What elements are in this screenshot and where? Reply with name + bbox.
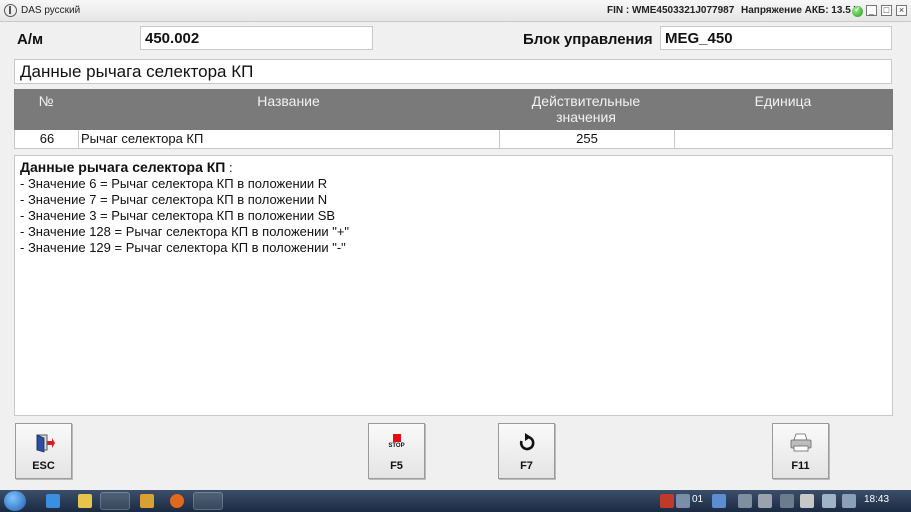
media-icon[interactable] [140,494,154,508]
info-title-suffix: : [225,160,233,175]
info-title: Данные рычага селектора КП [20,159,226,175]
control-unit-label: Блок управления [523,31,653,48]
battery-voltage-label: Напряжение АКБ: 13.5 V [741,5,861,16]
tray-icon-4[interactable] [800,494,814,508]
taskbar: 01 18:43 [0,490,911,512]
info-panel: Данные рычага селектора КП : - Значение … [14,155,893,416]
control-unit-value-field: MEG_450 [660,26,892,50]
table-row[interactable]: 66 Рычаг селектора КП 255 [14,130,893,149]
tray-icon-1[interactable] [712,494,726,508]
info-line: - Значение 129 = Рычаг селектора КП в по… [20,240,346,255]
values-table: № Название Действительные значения Едини… [14,89,893,149]
info-line: - Значение 3 = Рычаг селектора КП в поло… [20,208,336,223]
row-no: 66 [39,131,55,146]
f11-key-label: F11 [791,460,810,472]
col-actual-header-line2: значения [556,109,616,125]
f11-print-button[interactable]: F11 [772,423,829,479]
exit-door-icon [16,432,71,454]
col-actual-header: Действительные значения [499,93,673,125]
close-button[interactable]: × [896,5,907,16]
title-bar: DAS русский FIN : WME4503321J077987 Напр… [0,0,911,22]
taskbar-clock[interactable]: 18:43 [864,494,889,505]
tray-network-icon[interactable] [676,494,690,508]
ie-icon[interactable] [46,494,60,508]
tray-icon-3[interactable] [780,494,794,508]
minimize-button[interactable]: _ [866,5,877,16]
fin-label: FIN : WME4503321J077987 [607,5,735,16]
tray-flag-icon[interactable] [660,494,674,508]
firefox-icon[interactable] [170,494,184,508]
row-unit [675,130,893,148]
esc-key-label: ESC [32,460,55,472]
col-no-header: № [38,93,54,109]
am-label: А/м [17,31,44,48]
taskbar-app-das[interactable] [100,492,130,510]
table-header: № Название Действительные значения Едини… [14,89,893,130]
status-ok-icon [852,4,863,17]
window-title: DAS русский [21,5,81,16]
f7-refresh-button[interactable]: F7 [498,423,555,479]
tray-lang-indicator[interactable]: 01 [692,494,703,505]
tray-display-icon[interactable] [842,494,856,508]
start-button[interactable] [4,491,26,511]
cell-divider [78,130,79,148]
stop-icon: STOP [369,432,424,454]
col-name-header: Название [257,93,320,109]
app-logo-icon [4,4,17,17]
info-title-line: Данные рычага селектора КП : [20,159,887,176]
f5-stop-button[interactable]: STOP F5 [368,423,425,479]
tray-printer-icon[interactable] [758,494,772,508]
am-value-field: 450.002 [140,26,373,50]
info-line: - Значение 128 = Рычаг селектора КП в по… [20,224,350,239]
refresh-arrow-icon [499,432,554,454]
maximize-button[interactable]: □ [881,5,892,16]
esc-button[interactable]: ESC [15,423,72,479]
f7-key-label: F7 [520,460,533,472]
row-name: Рычаг селектора КП [81,131,204,146]
col-unit-header: Единица [754,93,812,109]
row-value: 255 [576,131,598,146]
taskbar-app-2[interactable] [193,492,223,510]
stop-icon-text: STOP [388,443,405,449]
info-line: - Значение 6 = Рычаг селектора КП в поло… [20,176,328,191]
folder-icon[interactable] [78,494,92,508]
printer-icon [773,432,828,454]
f5-key-label: F5 [390,460,403,472]
info-line: - Значение 7 = Рычаг селектора КП в поло… [20,192,328,207]
tray-icon-2[interactable] [738,494,752,508]
col-actual-header-line1: Действительные [531,93,641,109]
tray-volume-icon[interactable] [822,494,836,508]
section-title: Данные рычага селектора КП [14,59,892,84]
